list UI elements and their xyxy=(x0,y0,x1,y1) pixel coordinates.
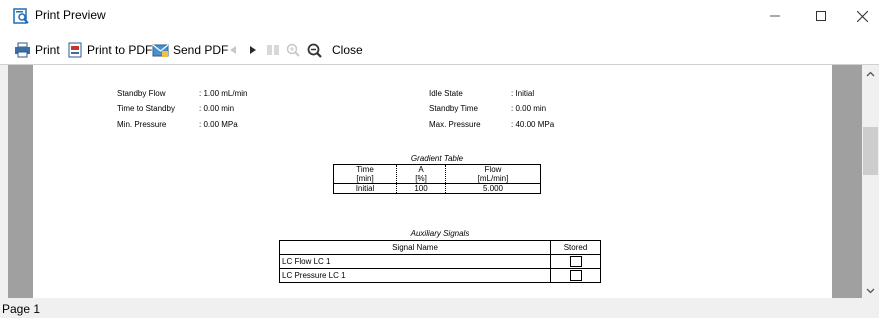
aux-signals-header: Signal Name Stored xyxy=(279,240,601,255)
arrow-left-icon xyxy=(230,46,236,54)
close-label: Close xyxy=(332,43,363,57)
next-page-button[interactable] xyxy=(248,38,258,62)
gradient-header-flow-unit: [mL/min] xyxy=(477,174,509,183)
toolbar: Print Print to PDF Send PDF Close xyxy=(0,38,879,62)
aux-signal-name: LC Flow LC 1 xyxy=(279,254,551,269)
gradient-cell-flow: 5.000 xyxy=(444,183,542,194)
print-preview-app-icon xyxy=(13,8,29,24)
gradient-table-caption: Gradient Table xyxy=(410,154,464,163)
print-label: Print xyxy=(35,43,60,57)
gradient-cell-time: Initial xyxy=(332,183,398,194)
table-row: LC Flow LC 1 xyxy=(279,254,601,269)
title-bar: Print Preview xyxy=(0,0,879,32)
multi-page-icon xyxy=(267,45,279,55)
scrollbar-thumb[interactable] xyxy=(863,127,878,175)
close-icon xyxy=(856,10,868,22)
zoom-in-icon xyxy=(286,43,300,57)
page-indicator: Page 1 xyxy=(2,302,41,316)
print-to-pdf-label: Print to PDF xyxy=(87,43,153,57)
gradient-header-time-unit: [min] xyxy=(356,174,374,183)
aux-signal-name: LC Pressure LC 1 xyxy=(279,268,551,283)
scroll-up-button[interactable] xyxy=(862,65,879,82)
chevron-up-icon xyxy=(866,71,875,76)
zoom-out-icon xyxy=(307,43,322,58)
stored-checkbox xyxy=(569,270,582,281)
window-title: Print Preview xyxy=(35,8,106,22)
send-pdf-icon xyxy=(152,44,169,57)
aux-signals-caption: Auxiliary Signals xyxy=(410,229,470,238)
preview-area: Standby Flow : 1.00 mL/min Time to Stand… xyxy=(0,64,879,299)
table-row: LC Pressure LC 1 xyxy=(279,268,601,283)
arrow-right-icon xyxy=(250,46,256,54)
stored-checkbox xyxy=(569,256,582,267)
gradient-header-a: A xyxy=(418,165,424,174)
print-button[interactable]: Print xyxy=(14,38,60,62)
gradient-header-time: Time xyxy=(356,165,374,174)
previous-page-button[interactable] xyxy=(228,38,238,62)
aux-header-signal-name: Signal Name xyxy=(279,240,551,255)
gradient-header-flow: Flow xyxy=(484,165,502,174)
print-to-pdf-button[interactable]: Print to PDF xyxy=(67,38,152,62)
close-window-button[interactable] xyxy=(839,0,879,32)
preview-left-margin xyxy=(0,65,8,299)
pdf-printer-icon xyxy=(68,42,82,58)
send-pdf-label: Send PDF xyxy=(173,43,229,57)
chevron-down-icon xyxy=(866,288,875,293)
aux-header-stored: Stored xyxy=(550,240,601,255)
minimize-button[interactable] xyxy=(752,0,798,32)
zoom-in-button[interactable] xyxy=(286,38,300,62)
status-bar: Page 1 xyxy=(0,298,879,318)
gradient-table-header: Time [min] A [%] Flow [mL/min] xyxy=(332,164,542,184)
gradient-header-a-unit: [%] xyxy=(415,174,427,183)
printer-icon xyxy=(15,42,30,58)
scroll-down-button[interactable] xyxy=(862,282,879,299)
close-button[interactable]: Close xyxy=(332,38,363,62)
maximize-button[interactable] xyxy=(798,0,844,32)
table-row: Initial 100 5.000 xyxy=(332,183,542,194)
minimize-icon xyxy=(770,15,780,17)
send-pdf-button[interactable]: Send PDF xyxy=(152,38,228,62)
zoom-out-button[interactable] xyxy=(307,38,322,62)
gradient-cell-a: 100 xyxy=(396,183,446,194)
aux-signals-table: Signal Name Stored LC Flow LC 1 LC Press… xyxy=(279,240,601,283)
multi-page-button[interactable] xyxy=(266,38,280,62)
maximize-icon xyxy=(816,11,826,21)
vertical-scrollbar[interactable] xyxy=(862,65,879,299)
report-page: Standby Flow : 1.00 mL/min Time to Stand… xyxy=(33,65,832,299)
gradient-table: Time [min] A [%] Flow [mL/min] Initial 100 … xyxy=(332,164,542,194)
